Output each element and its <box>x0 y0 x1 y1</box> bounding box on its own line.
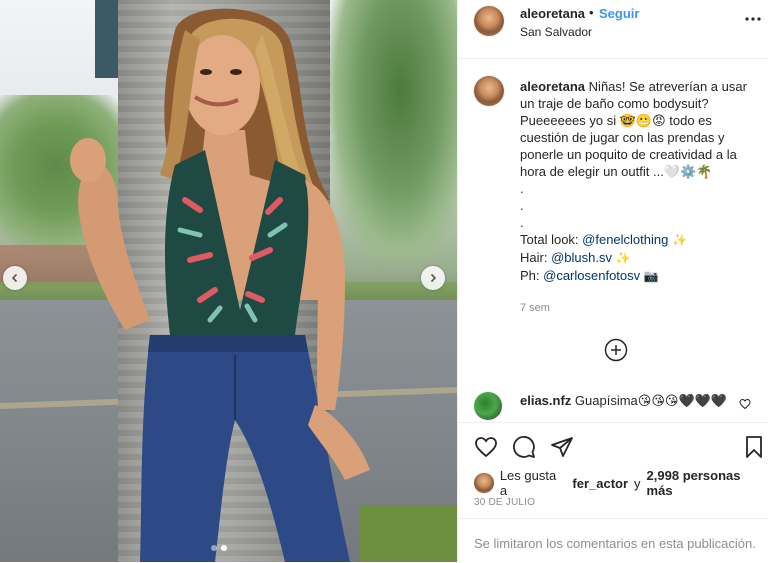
author-username[interactable]: aleoretana <box>520 6 585 21</box>
caption-dot: . <box>520 215 524 230</box>
caption-text: Niñas! Se atreverían a usar un traje de … <box>520 79 747 179</box>
post-location[interactable]: San Salvador <box>520 25 592 39</box>
post-photo[interactable] <box>0 0 457 562</box>
carousel-dot <box>211 545 217 551</box>
caption-author-avatar[interactable] <box>474 76 504 106</box>
mention-link[interactable]: @blush.sv <box>551 250 612 265</box>
paper-plane-icon[interactable] <box>550 435 574 459</box>
bookmark-icon[interactable] <box>742 435 766 459</box>
caption-credit-photo: Ph: @carlosenfotosv 📷 <box>520 267 758 285</box>
carousel-next-button[interactable] <box>421 266 445 290</box>
carousel-dot-active <box>221 545 227 551</box>
liker-avatar[interactable] <box>474 473 494 493</box>
likes-conjunction: y <box>634 475 641 491</box>
caption-dot: . <box>520 181 524 196</box>
photo-person <box>70 8 370 562</box>
likes-prefix: Les gusta a <box>499 468 557 498</box>
commenter-avatar[interactable] <box>474 392 502 420</box>
liker-username[interactable]: fer_actor <box>572 476 628 491</box>
more-horizontal-icon[interactable] <box>744 10 762 28</box>
comments-limited-notice: Se limitaron los comentarios en esta pub… <box>474 536 756 551</box>
plus-circle-icon[interactable] <box>604 338 628 362</box>
likes-summary: Les gusta a fer_actor y 2,998 personas m… <box>474 468 768 498</box>
commenter-username[interactable]: elias.nfz <box>520 393 571 408</box>
author-avatar[interactable] <box>474 6 504 36</box>
post-actions-bar <box>458 422 768 471</box>
post-caption: aleoretana Niñas! Se atreverían a usar u… <box>520 78 758 285</box>
mention-link[interactable]: @fenelclothing <box>582 232 668 247</box>
caption-dot: . <box>520 198 524 213</box>
caption-credit-hair: Hair: @blush.sv ✨ <box>520 249 758 267</box>
comment-item: elias.nfz Guapísima😘😘😘🖤🖤🖤 <box>520 392 730 409</box>
follow-button[interactable]: Seguir <box>599 6 639 21</box>
likes-count[interactable]: 2,998 personas más <box>647 468 768 498</box>
credit-label: Hair: <box>520 250 552 265</box>
sparkle-emoji: ✨ <box>615 251 631 265</box>
header-separator: • <box>589 5 594 20</box>
carousel-dots <box>211 545 227 551</box>
caption-username[interactable]: aleoretana <box>520 79 585 94</box>
post-header: aleoretana • Seguir San Salvador <box>458 0 768 59</box>
heart-icon[interactable] <box>474 435 498 459</box>
carousel-prev-button[interactable] <box>3 266 27 290</box>
post-side-panel: aleoretana • Seguir San Salvador aleoret… <box>457 0 768 562</box>
post-date[interactable]: 30 DE JULIO <box>474 497 535 508</box>
caption-time-ago[interactable]: 7 sem <box>520 302 550 314</box>
credit-label: Ph: <box>520 268 544 283</box>
comment-bubble-icon[interactable] <box>512 435 536 459</box>
comment-heart-icon[interactable] <box>739 398 751 410</box>
chevron-right-icon <box>430 273 437 283</box>
comments-footer: Se limitaron los comentarios en esta pub… <box>458 518 768 563</box>
credit-label: Total look: <box>520 232 583 247</box>
chevron-left-icon <box>11 273 18 283</box>
caption-credit-look: Total look: @fenelclothing ✨ <box>520 231 758 249</box>
camera-emoji: 📷 <box>643 269 659 283</box>
sparkle-emoji: ✨ <box>671 233 687 247</box>
comment-text: Guapísima😘😘😘🖤🖤🖤 <box>574 393 727 408</box>
mention-link[interactable]: @carlosenfotosv <box>543 268 640 283</box>
